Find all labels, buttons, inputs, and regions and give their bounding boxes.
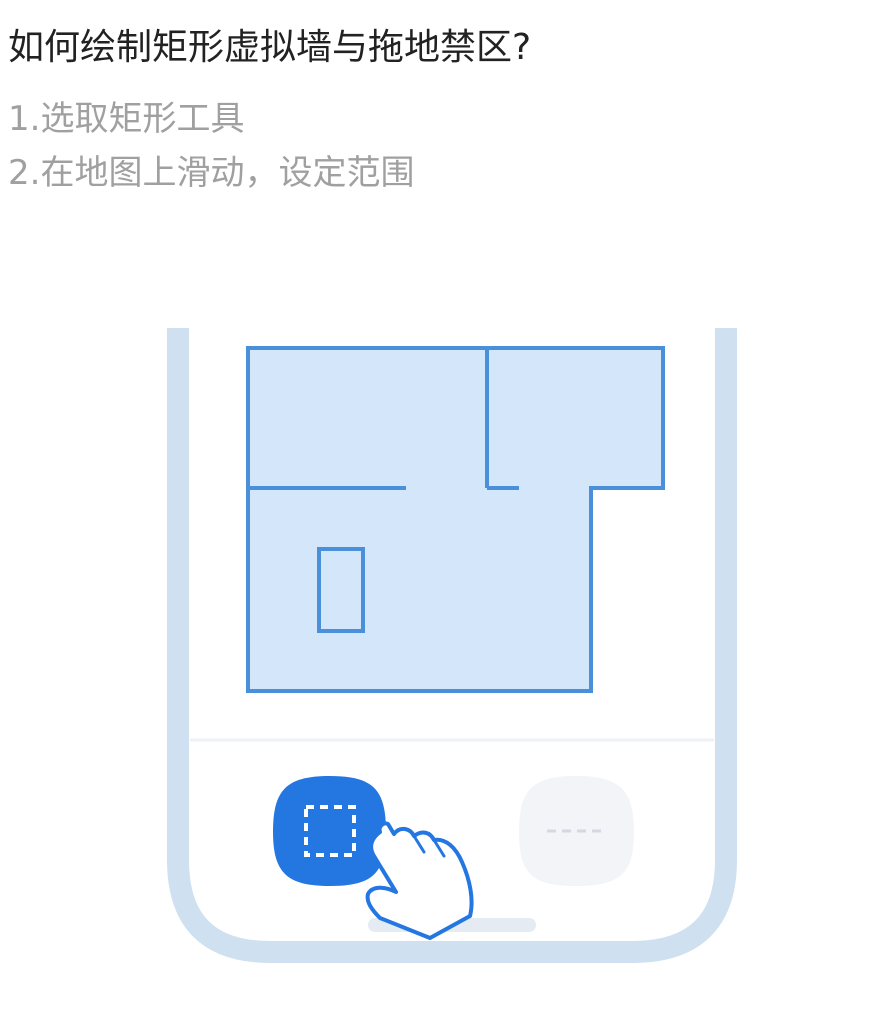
rectangle-tool-button[interactable]	[273, 776, 386, 886]
map-furniture	[317, 547, 365, 633]
tutorial-illustration	[167, 328, 737, 963]
line-tool-button[interactable]	[519, 776, 634, 886]
